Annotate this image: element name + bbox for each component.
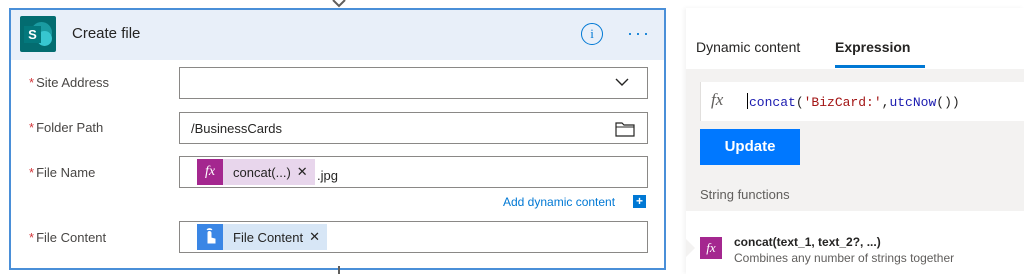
dynamic-content-pane: Dynamic content Expression fx concat('Bi…: [686, 8, 1024, 274]
update-button[interactable]: Update: [700, 129, 800, 165]
function-name: concat(text_1, text_2?, ...): [734, 235, 881, 249]
folder-path-input[interactable]: /BusinessCards: [179, 112, 648, 144]
file-name-input[interactable]: fx concat(...) ✕ .jpg: [179, 156, 648, 188]
function-description: Combines any number of strings together: [734, 251, 955, 265]
hand-pointer-icon: [197, 224, 223, 250]
site-address-label: * Site Address: [29, 75, 110, 90]
expression-input[interactable]: fx concat('BizCard:',utcNow()): [700, 82, 1024, 121]
add-dynamic-content-link[interactable]: Add dynamic content: [503, 195, 615, 209]
more-icon[interactable]: ···: [627, 23, 651, 43]
file-content-input[interactable]: File Content ✕: [179, 221, 648, 253]
file-name-label: * File Name: [29, 165, 96, 180]
function-list-item[interactable]: fx concat(text_1, text_2?, ...) Combines…: [686, 211, 1024, 274]
tab-dynamic-content[interactable]: Dynamic content: [696, 39, 800, 55]
folder-path-label: * Folder Path: [29, 120, 104, 135]
flow-connector-line: [338, 266, 340, 274]
expression-text[interactable]: concat('BizCard:',utcNow()): [747, 93, 960, 110]
fx-icon: fx: [711, 90, 724, 109]
fx-icon: fx: [700, 237, 722, 259]
plus-icon[interactable]: +: [633, 195, 646, 208]
file-content-label: * File Content: [29, 230, 107, 245]
file-name-suffix: .jpg: [317, 168, 338, 183]
section-header[interactable]: String functions: [686, 175, 1024, 211]
flow-connector-arrow: [332, 0, 346, 8]
remove-token-button[interactable]: ✕: [309, 229, 327, 245]
string-functions-section: String functions fx concat(text_1, text_…: [686, 175, 1024, 274]
expression-token[interactable]: fx concat(...) ✕: [197, 159, 315, 185]
dynamic-content-token[interactable]: File Content ✕: [197, 224, 327, 250]
info-icon[interactable]: i: [581, 23, 603, 45]
chevron-down-icon[interactable]: [615, 75, 629, 89]
card-header[interactable]: S Create file i ···: [11, 10, 664, 60]
create-file-action-card: S Create file i ··· * Site Address * Folde…: [9, 8, 666, 270]
section-title: String functions: [700, 187, 790, 202]
folder-icon[interactable]: [615, 121, 635, 137]
sharepoint-icon: S: [20, 16, 56, 52]
active-tab-indicator: [835, 65, 925, 68]
card-title: Create file: [72, 25, 141, 42]
tab-expression[interactable]: Expression: [835, 39, 910, 55]
site-address-dropdown[interactable]: [179, 67, 648, 99]
remove-token-button[interactable]: ✕: [297, 164, 315, 180]
caret-indicator: [686, 239, 695, 257]
fx-icon: fx: [197, 159, 223, 185]
